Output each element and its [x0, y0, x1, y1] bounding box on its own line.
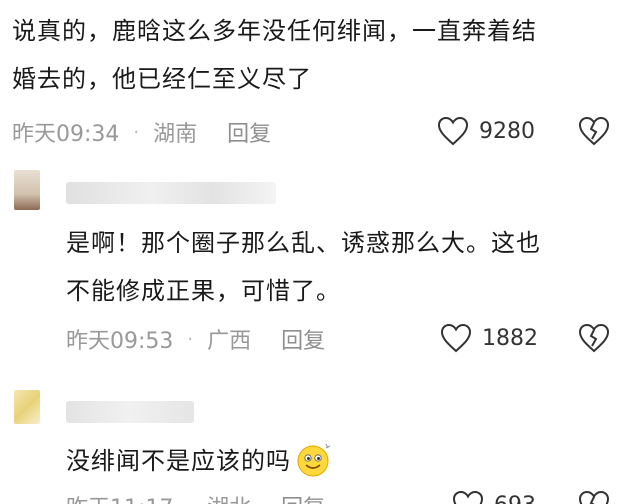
reply-button[interactable]: 回复 — [281, 323, 325, 355]
broken-heart-icon[interactable] — [578, 115, 610, 147]
comment-time: 昨天09:34 — [12, 122, 120, 147]
comment-text: 是啊！那个圈子那么乱、诱惑那么大。这也 不能修成正果，可惜了。 — [66, 219, 541, 315]
broken-heart-icon[interactable] — [578, 489, 610, 504]
comment-text: 说真的，鹿晗这么多年没任何绯闻，一直奔着结 婚去的，他已经仁至义尽了 — [12, 7, 537, 103]
heart-outline-icon — [440, 323, 472, 353]
like-button[interactable]: 693 — [452, 489, 536, 504]
comment-meta: 昨天09:34 · 湖南 回复 — [12, 116, 271, 148]
like-count: 693 — [494, 493, 536, 504]
comment-meta: 昨天09:53 · 广西 回复 — [66, 323, 325, 355]
username[interactable] — [66, 401, 194, 423]
comment-line: 说真的，鹿晗这么多年没任何绯闻，一直奔着结 — [12, 17, 537, 45]
heart-outline-icon — [452, 490, 484, 504]
comment-location: 广西 — [207, 329, 252, 354]
username[interactable] — [66, 182, 276, 204]
comment-line: 没绯闻不是应该的吗 — [66, 437, 333, 485]
heart-outline-icon — [437, 116, 469, 146]
like-count: 9280 — [479, 118, 535, 144]
comment-meta: 昨天11:17 · 湖北 回复 — [66, 490, 325, 504]
comment-line-text: 没绯闻不是应该的吗 — [66, 447, 291, 475]
comment-line: 不能修成正果，可惜了。 — [66, 277, 341, 305]
like-button[interactable]: 1882 — [440, 322, 538, 354]
meta-separator: · — [133, 121, 140, 143]
comment-time: 昨天09:53 — [66, 329, 174, 354]
avatar[interactable] — [14, 390, 40, 424]
comment-location: 湖北 — [207, 490, 251, 504]
comment-text: 没绯闻不是应该的吗 — [66, 437, 333, 485]
like-button[interactable]: 9280 — [437, 115, 535, 147]
avatar[interactable] — [14, 170, 40, 210]
reply-button[interactable]: 回复 — [227, 116, 271, 148]
comment-list: 说真的，鹿晗这么多年没任何绯闻，一直奔着结 婚去的，他已经仁至义尽了 昨天09:… — [0, 0, 640, 504]
comment-line: 是啊！那个圈子那么乱、诱惑那么大。这也 — [66, 229, 541, 257]
comment-line: 婚去的，他已经仁至义尽了 — [12, 65, 312, 93]
comment-location: 湖南 — [153, 122, 198, 147]
smiley-emoji-icon — [297, 443, 331, 477]
comment-time: 昨天11:17 — [66, 490, 173, 504]
meta-separator: · — [187, 496, 193, 504]
reply-button[interactable]: 回复 — [281, 490, 325, 504]
meta-separator: · — [187, 328, 194, 350]
broken-heart-icon[interactable] — [578, 322, 610, 354]
like-count: 1882 — [482, 325, 538, 351]
